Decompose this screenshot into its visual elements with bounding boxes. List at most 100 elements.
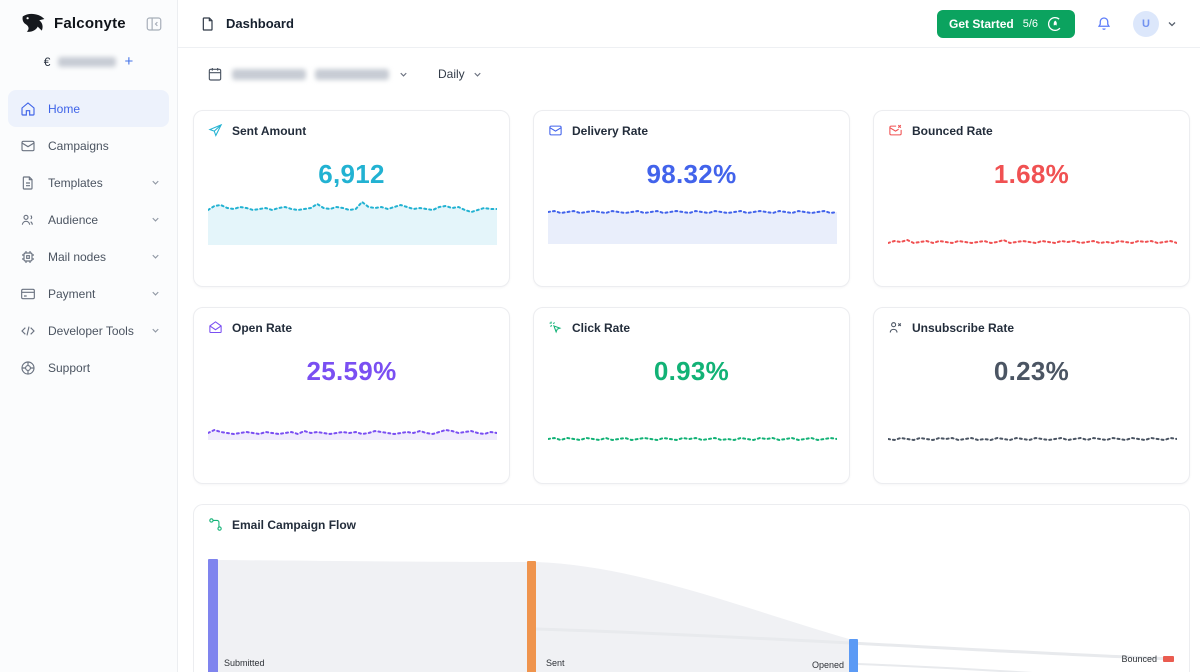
sidebar-item-home[interactable]: Home: [8, 90, 169, 127]
code-icon: [20, 323, 36, 339]
sidebar-item-label: Audience: [48, 212, 99, 227]
envelope-x-icon: [888, 123, 903, 138]
sidebar-item-label: Payment: [48, 286, 96, 301]
user-menu[interactable]: U: [1133, 10, 1178, 37]
sidebar-item-label: Mail nodes: [48, 249, 107, 264]
card-title: Bounced Rate: [912, 123, 993, 138]
stat-card-bounced-rate: Bounced Rate 1.68%: [873, 110, 1190, 287]
sidebar-item-label: Templates: [48, 175, 103, 190]
chevron-down-icon: [150, 288, 161, 299]
sidebar-item-mail-nodes[interactable]: Mail nodes: [0, 238, 177, 275]
period-value: Daily: [438, 67, 465, 81]
sidebar-item-payment[interactable]: Payment: [0, 275, 177, 312]
sidebar-item-campaigns[interactable]: Campaigns: [0, 127, 177, 164]
sidebar-item-audience[interactable]: Audience: [0, 201, 177, 238]
header-actions: Get Started 5/6 U: [937, 9, 1178, 38]
sparkline-chart: [548, 436, 837, 442]
stat-card-unsubscribe-rate: Unsubscribe Rate 0.23%: [873, 307, 1190, 484]
card-title: Click Rate: [572, 320, 631, 335]
get-started-button[interactable]: Get Started 5/6: [937, 9, 1075, 38]
card-header: Unsubscribe Rate: [888, 320, 1014, 335]
sankey-label-sent: Sent: [546, 658, 565, 668]
sidebar-item-templates[interactable]: Templates: [0, 164, 177, 201]
user-x-icon: [888, 320, 903, 335]
sidebar-item-support[interactable]: Support: [0, 349, 177, 386]
sankey-node-sent: [527, 561, 536, 672]
users-icon: [20, 212, 36, 228]
envelope-open-icon: [208, 320, 223, 335]
credit-card-icon: [20, 286, 36, 302]
chevron-down-icon: [150, 325, 161, 336]
card-title: Unsubscribe Rate: [912, 320, 1015, 335]
falcon-logo-icon: [20, 13, 46, 34]
card-title: Open Rate: [232, 320, 293, 335]
chevron-down-icon: [150, 214, 161, 225]
sidebar-item-developer-tools[interactable]: Developer Tools: [0, 312, 177, 349]
logo-row: Falconyte: [0, 0, 177, 34]
sidebar-item-label: Home: [48, 101, 81, 116]
progress-rocket-icon: [1047, 16, 1063, 32]
sankey-link-opened-out: [857, 663, 1033, 672]
card-header: Open Rate: [208, 320, 292, 335]
app-name: Falconyte: [54, 15, 126, 32]
sidebar-item-label: Support: [48, 360, 91, 375]
card-header: Bounced Rate: [888, 123, 993, 138]
stat-card-delivery-rate: Delivery Rate 98.32%: [533, 110, 850, 287]
stat-value: 0.23%: [993, 356, 1070, 386]
stat-value: 0.93%: [653, 356, 730, 386]
get-started-progress: 5/6: [1022, 17, 1038, 30]
sparkline-chart: [548, 209, 837, 244]
page-title-row: Dashboard: [200, 16, 294, 32]
stat-card-click-rate: Click Rate 0.93%: [533, 307, 850, 484]
get-started-label: Get Started: [949, 16, 1014, 31]
calendar-icon: [207, 66, 223, 82]
top-header: Dashboard Get Started 5/6 U: [178, 0, 1200, 48]
lifebuoy-icon: [20, 360, 36, 376]
chevron-down-icon: [150, 177, 161, 188]
filter-row: Daily: [207, 66, 483, 82]
sankey-link-sent-opened: [536, 562, 849, 672]
sankey-node-opened: [849, 639, 858, 672]
page-title: Dashboard: [226, 16, 294, 31]
sparkline-chart: [888, 436, 1177, 442]
sankey-node-submitted: [208, 559, 218, 672]
date-start-redacted: [232, 68, 306, 80]
date-end-redacted: [315, 68, 389, 80]
notifications-bell-icon[interactable]: [1095, 15, 1113, 33]
sparkline-chart: [208, 200, 497, 245]
card-header: Click Rate: [548, 320, 630, 335]
sidebar-nav: Home Campaigns Templates Audience Mail n…: [0, 90, 177, 386]
stat-value: 1.68%: [993, 159, 1070, 189]
balance-amount-redacted: [58, 56, 117, 67]
date-range-picker[interactable]: [207, 66, 409, 82]
period-select[interactable]: Daily: [438, 67, 483, 81]
add-funds-button[interactable]: +: [124, 54, 133, 69]
card-header: Sent Amount: [208, 123, 306, 138]
card-title: Delivery Rate: [572, 123, 649, 138]
card-title: Sent Amount: [232, 123, 307, 138]
email-campaign-flow-card: Email Campaign Flow Submitted Sent Opene…: [193, 504, 1190, 672]
sidebar-item-label: Developer Tools: [48, 323, 134, 338]
sidebar-collapse-icon[interactable]: [145, 15, 163, 33]
card-title: Email Campaign Flow: [232, 517, 357, 532]
document-icon: [20, 175, 36, 191]
card-header: Delivery Rate: [548, 123, 648, 138]
chevron-down-icon: [150, 251, 161, 262]
sankey-label-bounced: Bounced: [1121, 654, 1157, 664]
avatar: U: [1133, 10, 1159, 37]
sankey-label-submitted: Submitted: [224, 658, 265, 668]
stat-value: 98.32%: [646, 159, 737, 189]
sparkline-chart: [208, 428, 497, 440]
sparkline-chart: [888, 238, 1177, 245]
cursor-click-icon: [548, 320, 563, 335]
card-header: Email Campaign Flow: [208, 517, 356, 532]
chevron-down-icon: [398, 69, 409, 80]
chevron-down-icon: [1166, 18, 1178, 30]
sankey-label-opened: Opened: [812, 660, 844, 670]
chip-icon: [20, 249, 36, 265]
stat-card-sent-amount: Sent Amount 6,912: [193, 110, 510, 287]
balance-row: € +: [0, 54, 177, 69]
stat-value: 25.59%: [306, 356, 397, 386]
sidebar: Falconyte € + Home Campaigns Templates A…: [0, 0, 178, 672]
sidebar-item-label: Campaigns: [48, 138, 109, 153]
